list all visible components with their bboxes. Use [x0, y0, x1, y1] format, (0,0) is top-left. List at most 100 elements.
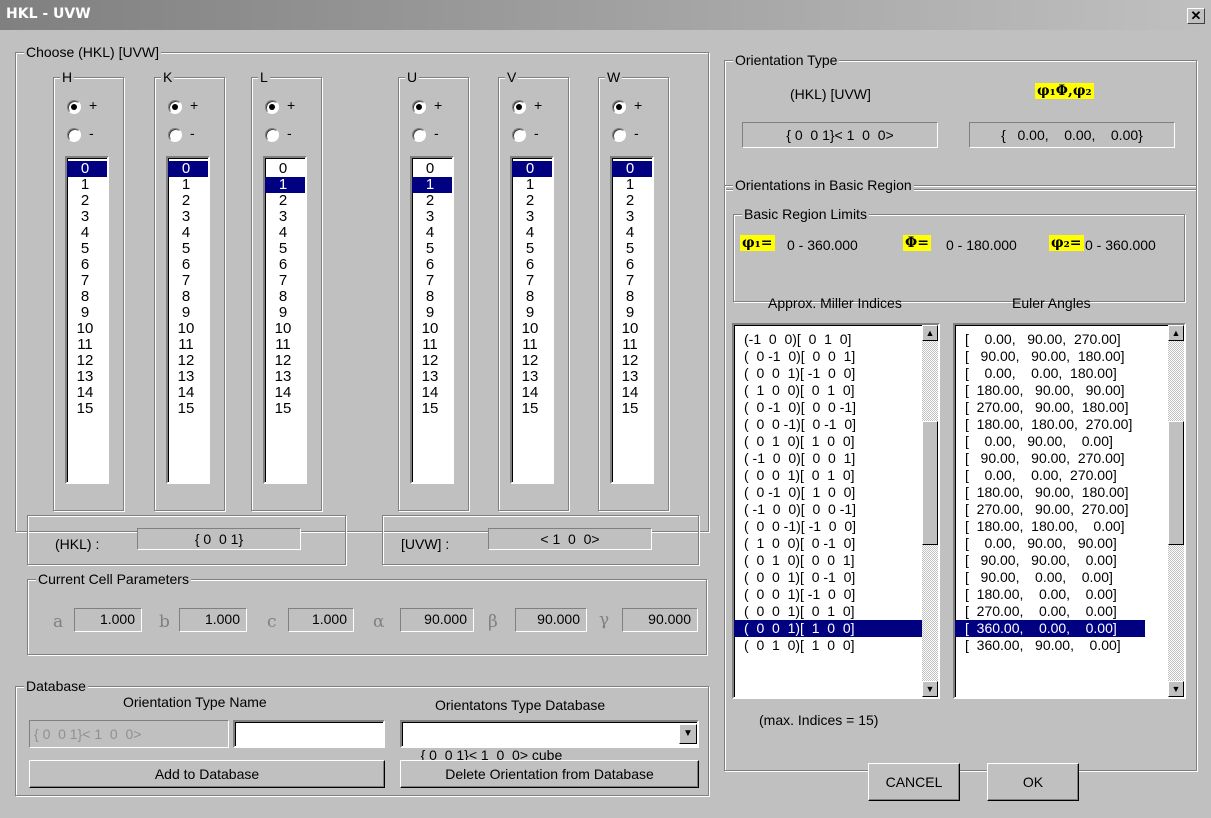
list-item[interactable]: 10: [512, 321, 552, 337]
list-item[interactable]: ( 0 -1 0)[ 0 0 -1]: [734, 399, 922, 416]
list-item[interactable]: [ 270.00, 0.00, 0.00]: [955, 603, 1145, 620]
radio-minus[interactable]: [168, 128, 182, 142]
list-item[interactable]: 8: [512, 289, 552, 305]
list-item[interactable]: 9: [67, 305, 107, 321]
list-item[interactable]: 1: [265, 177, 305, 193]
list-item[interactable]: 8: [168, 289, 208, 305]
list-item[interactable]: [ 180.00, 0.00, 0.00]: [955, 586, 1145, 603]
list-item[interactable]: [ 360.00, 0.00, 0.00]: [955, 620, 1145, 637]
list-item[interactable]: 4: [412, 225, 452, 241]
list-item[interactable]: 15: [612, 401, 652, 417]
list-item[interactable]: ( -1 0 0)[ 0 0 1]: [734, 450, 922, 467]
list-item[interactable]: 11: [67, 337, 107, 353]
euler-angles-list[interactable]: [ 0.00, 90.00, 270.00][ 90.00, 90.00, 18…: [953, 323, 1186, 699]
list-item[interactable]: 10: [412, 321, 452, 337]
list-item[interactable]: [ 0.00, 90.00, 270.00]: [955, 331, 1145, 348]
euler-scrollbar[interactable]: ▲ ▼: [1168, 325, 1184, 697]
list-item[interactable]: 8: [612, 289, 652, 305]
list-item[interactable]: 8: [265, 289, 305, 305]
miller-indices-list[interactable]: (-1 0 0)[ 0 1 0]( 0 -1 0)[ 0 0 1]( 0 0 1…: [732, 323, 940, 699]
scroll-up-icon[interactable]: ▲: [922, 325, 938, 341]
list-item[interactable]: 0: [265, 161, 305, 177]
index-list[interactable]: 0 1 2 3 4 5 6 7 8 9 10 11 12 13 14 15: [410, 156, 454, 484]
list-item[interactable]: 12: [67, 353, 107, 369]
list-item[interactable]: 5: [512, 241, 552, 257]
radio-plus[interactable]: [265, 100, 279, 114]
list-item[interactable]: 3: [512, 209, 552, 225]
list-item[interactable]: 14: [67, 385, 107, 401]
list-item[interactable]: 1: [612, 177, 652, 193]
list-item[interactable]: [ 0.00, 0.00, 270.00]: [955, 467, 1145, 484]
list-item[interactable]: 4: [612, 225, 652, 241]
list-item[interactable]: 5: [412, 241, 452, 257]
list-item[interactable]: 8: [412, 289, 452, 305]
list-item[interactable]: 15: [67, 401, 107, 417]
list-item[interactable]: ( 0 0 -1)[ 0 -1 0]: [734, 416, 922, 433]
list-item[interactable]: [ 180.00, 90.00, 90.00]: [955, 382, 1145, 399]
list-item[interactable]: ( 0 1 0)[ 0 0 1]: [734, 552, 922, 569]
list-item[interactable]: ( 0 0 1)[ -1 0 0]: [734, 586, 922, 603]
scroll-up-icon[interactable]: ▲: [1168, 325, 1184, 341]
list-item[interactable]: 3: [412, 209, 452, 225]
list-item[interactable]: 12: [412, 353, 452, 369]
list-item[interactable]: 10: [265, 321, 305, 337]
index-list[interactable]: 0 1 2 3 4 5 6 7 8 9 10 11 12 13 14 15: [65, 156, 109, 484]
miller-scrollbar[interactable]: ▲ ▼: [922, 325, 938, 697]
list-item[interactable]: 9: [512, 305, 552, 321]
list-item[interactable]: 10: [168, 321, 208, 337]
list-item[interactable]: 11: [512, 337, 552, 353]
list-item[interactable]: 15: [412, 401, 452, 417]
list-item[interactable]: 0: [512, 161, 552, 177]
list-item[interactable]: 12: [512, 353, 552, 369]
list-item[interactable]: ( 0 -1 0)[ 0 0 1]: [734, 348, 922, 365]
list-item[interactable]: ( 0 0 1)[ 0 1 0]: [734, 467, 922, 484]
list-item[interactable]: ( 1 0 0)[ 0 1 0]: [734, 382, 922, 399]
list-item[interactable]: 7: [67, 273, 107, 289]
list-item[interactable]: ( 0 -1 0)[ 1 0 0]: [734, 484, 922, 501]
list-item[interactable]: 0: [612, 161, 652, 177]
list-item[interactable]: 2: [512, 193, 552, 209]
list-item[interactable]: 7: [265, 273, 305, 289]
add-to-database-button[interactable]: Add to Database: [29, 760, 385, 788]
dropdown-arrow-icon[interactable]: ▼: [679, 724, 697, 744]
list-item[interactable]: [ 90.00, 90.00, 270.00]: [955, 450, 1145, 467]
list-item[interactable]: 5: [67, 241, 107, 257]
list-item[interactable]: 7: [512, 273, 552, 289]
list-item[interactable]: ( -1 0 0)[ 0 0 -1]: [734, 501, 922, 518]
close-button[interactable]: ✕: [1187, 8, 1205, 24]
list-item[interactable]: 4: [67, 225, 107, 241]
list-item[interactable]: 13: [412, 369, 452, 385]
list-item[interactable]: [ 0.00, 90.00, 0.00]: [955, 433, 1145, 450]
list-item[interactable]: 7: [612, 273, 652, 289]
list-item[interactable]: 6: [168, 257, 208, 273]
list-item[interactable]: 11: [265, 337, 305, 353]
index-list[interactable]: 0 1 2 3 4 5 6 7 8 9 10 11 12 13 14 15: [610, 156, 654, 484]
list-item[interactable]: ( 0 0 1)[ -1 0 0]: [734, 365, 922, 382]
list-item[interactable]: 1: [412, 177, 452, 193]
list-item[interactable]: 3: [265, 209, 305, 225]
list-item[interactable]: 9: [412, 305, 452, 321]
list-item[interactable]: ( 0 0 1)[ 0 -1 0]: [734, 569, 922, 586]
scroll-down-icon[interactable]: ▼: [922, 681, 938, 697]
euler-scroll-thumb[interactable]: [1168, 421, 1184, 545]
list-item[interactable]: 9: [168, 305, 208, 321]
list-item[interactable]: [ 270.00, 90.00, 270.00]: [955, 501, 1145, 518]
list-item[interactable]: 2: [412, 193, 452, 209]
list-item[interactable]: 10: [67, 321, 107, 337]
radio-plus[interactable]: [67, 100, 81, 114]
list-item[interactable]: 11: [612, 337, 652, 353]
list-item[interactable]: 6: [412, 257, 452, 273]
list-item[interactable]: 8: [67, 289, 107, 305]
list-item[interactable]: 12: [168, 353, 208, 369]
radio-minus[interactable]: [67, 128, 81, 142]
list-item[interactable]: 6: [265, 257, 305, 273]
delete-orientation-button[interactable]: Delete Orientation from Database: [400, 760, 699, 788]
list-item[interactable]: 3: [168, 209, 208, 225]
list-item[interactable]: 3: [67, 209, 107, 225]
ok-button[interactable]: OK: [987, 763, 1079, 801]
list-item[interactable]: [ 90.00, 0.00, 0.00]: [955, 569, 1145, 586]
list-item[interactable]: 13: [67, 369, 107, 385]
radio-minus[interactable]: [512, 128, 526, 142]
list-item[interactable]: (-1 0 0)[ 0 1 0]: [734, 331, 922, 348]
radio-minus[interactable]: [412, 128, 426, 142]
